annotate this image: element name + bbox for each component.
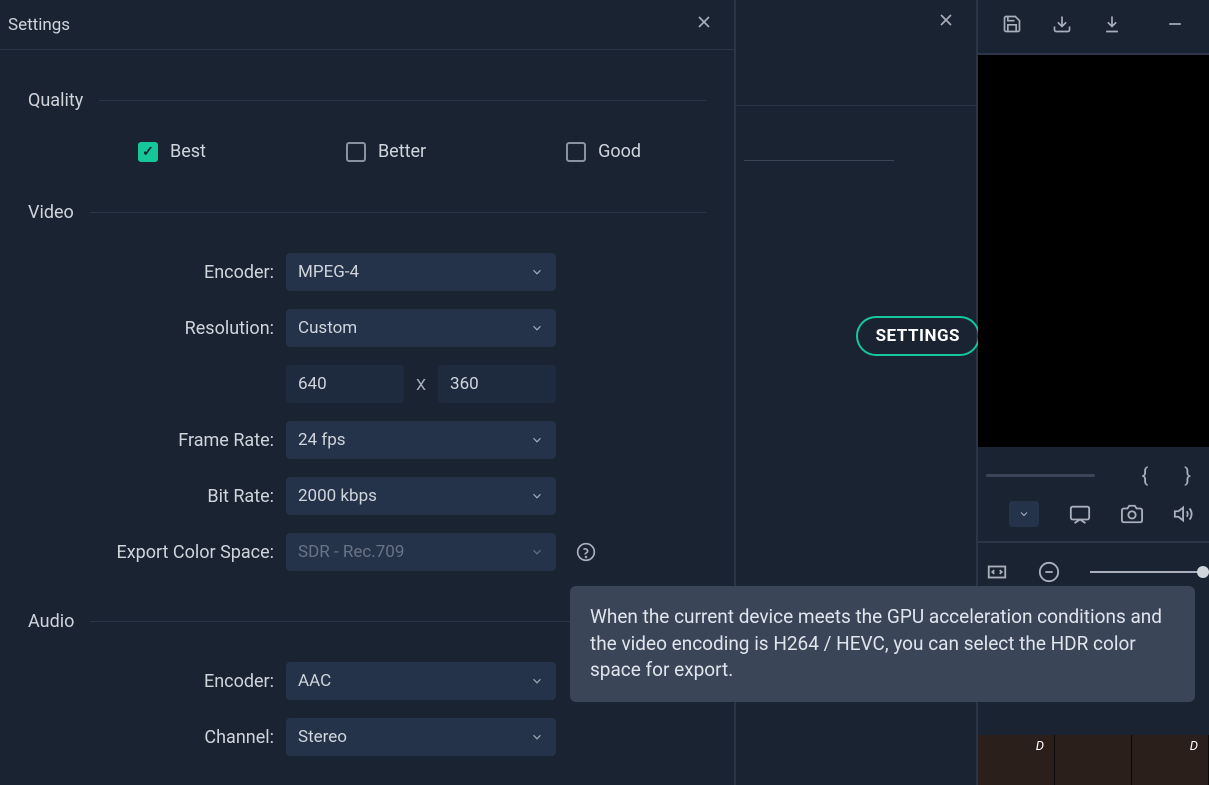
resolution-select[interactable]: Custom bbox=[286, 309, 556, 347]
bit-rate-select[interactable]: 2000 kbps bbox=[286, 477, 556, 515]
help-icon[interactable] bbox=[576, 542, 596, 562]
zoom-out-icon[interactable] bbox=[1038, 561, 1060, 583]
chevron-down-icon bbox=[530, 321, 544, 335]
x-separator: X bbox=[416, 375, 426, 394]
select-value: 2000 kbps bbox=[298, 486, 377, 506]
section-quality: Quality Best Better Good bbox=[0, 90, 734, 162]
panel-header: Settings bbox=[0, 0, 734, 50]
checkbox-icon bbox=[346, 142, 366, 162]
divider bbox=[99, 100, 706, 101]
quality-good-label: Good bbox=[598, 141, 641, 162]
bit-rate-label: Bit Rate: bbox=[28, 486, 286, 507]
zoom-slider[interactable] bbox=[1090, 571, 1209, 573]
thumbnail[interactable]: D bbox=[1132, 735, 1209, 785]
panel-title: Settings bbox=[8, 15, 70, 35]
quality-label: Quality bbox=[28, 90, 83, 111]
minimize-icon[interactable] bbox=[1165, 14, 1185, 39]
download-icon[interactable] bbox=[1102, 14, 1122, 39]
chevron-down-icon bbox=[530, 730, 544, 744]
width-input[interactable]: 640 bbox=[286, 365, 404, 403]
thumbnail[interactable] bbox=[1055, 735, 1132, 785]
encoder-label: Encoder: bbox=[28, 262, 286, 283]
quality-best-label: Best bbox=[170, 141, 206, 162]
section-video: Video Encoder: MPEG-4 Resolution: Custom… bbox=[0, 202, 734, 571]
timeline-thumbnails[interactable]: D D bbox=[978, 735, 1209, 785]
channel-label: Channel: bbox=[28, 727, 286, 748]
divider bbox=[90, 212, 706, 213]
select-value: MPEG-4 bbox=[298, 262, 359, 282]
chevron-down-icon bbox=[530, 489, 544, 503]
chevron-down-icon bbox=[530, 265, 544, 279]
save-icon[interactable] bbox=[1002, 14, 1022, 39]
preview-viewport[interactable] bbox=[978, 55, 1209, 447]
slider-knob[interactable] bbox=[1197, 566, 1209, 578]
select-value: AAC bbox=[298, 671, 331, 691]
frame-rate-label: Frame Rate: bbox=[28, 430, 286, 451]
video-label: Video bbox=[28, 202, 74, 223]
select-value: 24 fps bbox=[298, 430, 346, 450]
select-value: Stereo bbox=[298, 727, 347, 747]
quality-better-label: Better bbox=[378, 141, 426, 162]
quality-good[interactable]: Good bbox=[566, 141, 641, 162]
import-icon[interactable] bbox=[1052, 14, 1072, 39]
color-space-tooltip: When the current device meets the GPU ac… bbox=[570, 586, 1195, 702]
video-encoder-select[interactable]: MPEG-4 bbox=[286, 253, 556, 291]
color-space-label: Export Color Space: bbox=[28, 542, 286, 563]
fit-icon[interactable] bbox=[986, 561, 1008, 583]
thumbnail[interactable]: D bbox=[978, 735, 1055, 785]
audio-encoder-select[interactable]: AAC bbox=[286, 662, 556, 700]
progress-bar[interactable] bbox=[986, 474, 1095, 477]
height-input[interactable]: 360 bbox=[438, 365, 556, 403]
audio-encoder-label: Encoder: bbox=[28, 671, 286, 692]
quality-better[interactable]: Better bbox=[346, 141, 426, 162]
divider bbox=[736, 105, 976, 106]
mark-in-icon[interactable]: { bbox=[1141, 463, 1148, 487]
settings-button[interactable]: SETTINGS bbox=[856, 316, 980, 356]
close-icon[interactable] bbox=[694, 12, 714, 37]
quality-dropdown[interactable] bbox=[1009, 501, 1039, 527]
channel-select[interactable]: Stereo bbox=[286, 718, 556, 756]
checkbox-icon bbox=[566, 142, 586, 162]
close-icon[interactable] bbox=[936, 10, 956, 35]
checkbox-checked-icon bbox=[138, 142, 158, 162]
frame-rate-select[interactable]: 24 fps bbox=[286, 421, 556, 459]
chevron-down-icon bbox=[530, 674, 544, 688]
volume-icon[interactable] bbox=[1173, 503, 1195, 525]
top-toolbar bbox=[978, 0, 1209, 55]
mark-out-icon[interactable]: } bbox=[1184, 463, 1191, 487]
snapshot-icon[interactable] bbox=[1121, 503, 1143, 525]
audio-label: Audio bbox=[28, 611, 74, 632]
select-value: Custom bbox=[298, 318, 357, 338]
chevron-down-icon bbox=[530, 545, 544, 559]
display-icon[interactable] bbox=[1069, 503, 1091, 525]
resolution-label: Resolution: bbox=[28, 318, 286, 339]
color-space-select[interactable]: SDR - Rec.709 bbox=[286, 533, 556, 571]
select-value: SDR - Rec.709 bbox=[298, 542, 404, 562]
quality-best[interactable]: Best bbox=[138, 141, 206, 162]
divider bbox=[744, 160, 894, 161]
chevron-down-icon bbox=[530, 433, 544, 447]
